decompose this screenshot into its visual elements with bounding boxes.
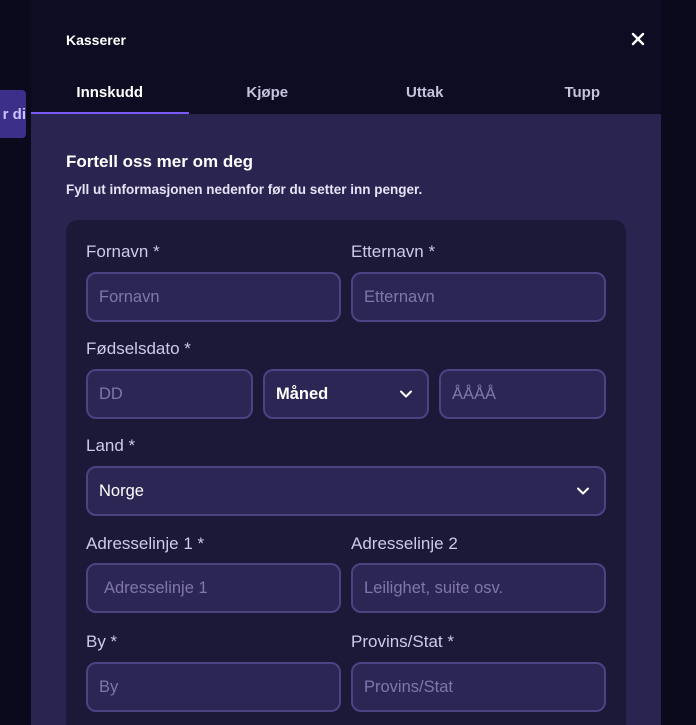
- birth-year-field[interactable]: ÅÅÅÅ: [439, 369, 606, 419]
- tab-tupp[interactable]: Tupp: [504, 70, 662, 114]
- last-name-label: Etternavn *: [351, 242, 436, 261]
- city-label: By *: [86, 632, 118, 651]
- address1-field[interactable]: Adresselinje 1: [86, 563, 341, 613]
- birth-month-value: Måned: [276, 384, 329, 403]
- cashier-tabs: Innskudd Kjøpe Uttak Tupp: [31, 70, 661, 114]
- background-left-button-label: r di: [2, 105, 26, 123]
- province-label: Provins/Stat *: [351, 632, 454, 651]
- close-icon: [631, 32, 645, 46]
- birthdate-label: Fødselsdato *: [86, 339, 191, 358]
- personal-info-form: Fornavn * Etternavn * Fornavn Etternavn …: [66, 220, 626, 725]
- tab-uttak[interactable]: Uttak: [346, 70, 504, 114]
- country-label: Land *: [86, 436, 136, 455]
- tab-kjope[interactable]: Kjøpe: [189, 70, 347, 114]
- cashier-modal: Kasserer Innskudd Kjøpe Uttak Tupp Forte…: [31, 0, 661, 725]
- country-select[interactable]: Norge: [86, 466, 606, 516]
- close-button[interactable]: [628, 29, 648, 49]
- first-name-field[interactable]: Fornavn: [86, 272, 341, 322]
- background-decoration: [662, 580, 696, 700]
- chevron-down-icon: [399, 389, 413, 399]
- deposit-panel: Fortell oss mer om deg Fyll ut informasj…: [31, 114, 661, 725]
- chevron-down-icon: [576, 486, 590, 496]
- background-left-button: r di: [0, 90, 26, 138]
- panel-subheading: Fyll ut informasjonen nedenfor før du se…: [66, 182, 423, 197]
- address2-label: Adresselinje 2: [351, 534, 458, 553]
- address2-field[interactable]: Leilighet, suite osv.: [351, 563, 606, 613]
- birth-month-select[interactable]: Måned: [263, 369, 429, 419]
- first-name-label: Fornavn *: [86, 242, 160, 261]
- province-field[interactable]: Provins/Stat: [351, 662, 606, 712]
- address1-label: Adresselinje 1 *: [86, 534, 205, 553]
- country-value: Norge: [99, 481, 144, 500]
- last-name-field[interactable]: Etternavn: [351, 272, 606, 322]
- city-field[interactable]: By: [86, 662, 341, 712]
- modal-title: Kasserer: [66, 32, 126, 48]
- tab-innskudd[interactable]: Innskudd: [31, 70, 189, 114]
- birth-day-field[interactable]: DD: [86, 369, 253, 419]
- modal-header: Kasserer: [31, 0, 661, 80]
- panel-heading: Fortell oss mer om deg: [66, 152, 254, 171]
